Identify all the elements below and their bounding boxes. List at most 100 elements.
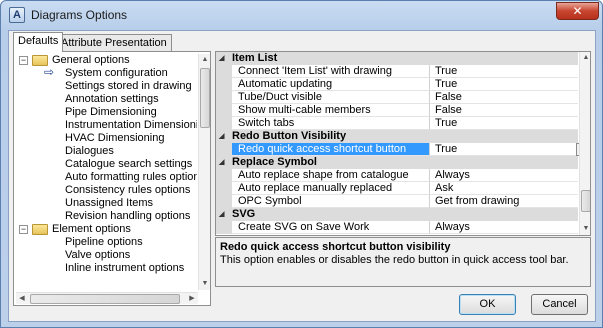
- tab-defaults[interactable]: Defaults: [13, 32, 64, 52]
- tree-item-label: General options: [52, 54, 130, 66]
- grid-property-value-text: Ask: [435, 182, 454, 194]
- tree-item-label: Consistency rules options: [65, 184, 191, 196]
- collapse-triangle-icon[interactable]: ◢: [219, 156, 224, 169]
- tree-item[interactable]: Unassigned Items: [16, 197, 197, 210]
- grid-property-row[interactable]: Automatic updating True: [216, 78, 578, 91]
- tree-item-label: Pipe Dimensioning: [65, 106, 157, 118]
- grid-property-value[interactable]: Always: [430, 169, 578, 182]
- grid-row-gutter: [216, 195, 232, 208]
- ok-button[interactable]: OK: [459, 294, 516, 315]
- grid-property-row[interactable]: Tube/Duct visible False: [216, 91, 578, 104]
- grid-property-row[interactable]: Connect 'Item List' with drawing True: [216, 65, 578, 78]
- collapse-icon[interactable]: −: [19, 56, 28, 65]
- grid-property-name[interactable]: Connect 'Item List' with drawing: [232, 65, 430, 78]
- tree-item[interactable]: Valve options: [16, 249, 197, 262]
- tree-item[interactable]: Pipeline options: [16, 236, 197, 249]
- app-icon: A: [9, 7, 25, 23]
- tab-attribute-presentation[interactable]: Attribute Presentation: [56, 34, 172, 51]
- tree-item[interactable]: Instrumentation Dimensioning: [16, 119, 197, 132]
- window-title: Diagrams Options: [31, 8, 128, 22]
- tree-vertical-scrollbar[interactable]: ▲ ▼: [198, 54, 210, 290]
- grid-property-row[interactable]: Create SVG on Save Work Always: [216, 221, 578, 234]
- tree-item-label: System configuration: [65, 67, 168, 79]
- grid-property-value[interactable]: Ask: [430, 182, 578, 195]
- tree-item[interactable]: Settings stored in drawing: [16, 80, 197, 93]
- grid-row-gutter: [216, 117, 232, 130]
- grid-property-value[interactable]: Get from drawing: [430, 195, 578, 208]
- grid-property-row[interactable]: Auto replace shape from catalogue Always: [216, 169, 578, 182]
- folder-icon: [32, 224, 48, 235]
- scroll-up-icon[interactable]: ▲: [199, 54, 211, 66]
- tree-item[interactable]: Catalogue search settings: [16, 158, 197, 171]
- scroll-thumb[interactable]: [200, 68, 210, 128]
- collapse-icon[interactable]: −: [19, 225, 28, 234]
- grid-property-value-text: True: [435, 78, 458, 90]
- grid-property-name[interactable]: Switch tabs: [232, 117, 430, 130]
- grid-property-row[interactable]: Auto replace manually replaced shapes Ask: [216, 182, 578, 207]
- tree-item-label: HVAC Dimensioning: [65, 132, 165, 144]
- tree-item[interactable]: ⇨ System configuration: [16, 66, 197, 80]
- grid-property-value[interactable]: False: [430, 91, 578, 104]
- grid-property-row[interactable]: Show multi-cable members False: [216, 104, 578, 117]
- scroll-thumb-horizontal[interactable]: [30, 294, 180, 304]
- tree-item-label: Pipeline options: [65, 236, 143, 248]
- grid-property-name[interactable]: Auto replace manually replaced shapes: [232, 182, 430, 207]
- options-tree[interactable]: − General options ⇨ System configuration Set…: [16, 54, 197, 290]
- grid-category[interactable]: ◢ SVG: [216, 208, 578, 221]
- collapse-triangle-icon[interactable]: ◢: [219, 52, 224, 65]
- grid-property-value[interactable]: True▼: [430, 143, 590, 156]
- grid-property-name[interactable]: OPC Symbol: [232, 195, 430, 208]
- grid-category[interactable]: ◢ Redo Button Visibility: [216, 130, 578, 143]
- grid-property-row[interactable]: Redo quick access shortcut button visibi…: [216, 143, 590, 168]
- grid-property-value[interactable]: Always: [430, 221, 578, 234]
- grid-category[interactable]: ◢ Item List: [216, 52, 578, 65]
- scroll-thumb[interactable]: [581, 190, 590, 212]
- scroll-down-icon[interactable]: ▼: [199, 278, 211, 290]
- tree-item-label: Instrumentation Dimensioning: [65, 119, 197, 131]
- close-button[interactable]: ✕: [556, 2, 599, 20]
- grid-property-name[interactable]: Tube/Duct visible: [232, 91, 430, 104]
- scroll-right-icon[interactable]: ▶: [186, 293, 198, 305]
- grid-row-gutter: [216, 143, 232, 156]
- grid-row-gutter: [216, 65, 232, 78]
- grid-vertical-scrollbar[interactable]: ▲ ▼: [579, 52, 590, 235]
- tree-item[interactable]: Consistency rules options: [16, 184, 197, 197]
- grid-property-name[interactable]: Create SVG on Save Work: [232, 221, 430, 234]
- grid-property-value[interactable]: False: [430, 104, 578, 117]
- grid-property-row[interactable]: Switch tabs True: [216, 117, 578, 130]
- grid-row-gutter: [216, 182, 232, 195]
- tree-item[interactable]: Dialogues: [16, 145, 197, 158]
- scroll-left-icon[interactable]: ◀: [16, 293, 28, 305]
- grid-property-value[interactable]: True: [430, 65, 578, 78]
- scroll-down-icon[interactable]: ▼: [580, 223, 590, 235]
- grid-property-name[interactable]: Show multi-cable members: [232, 104, 430, 117]
- cancel-button[interactable]: Cancel: [531, 294, 588, 315]
- collapse-triangle-icon[interactable]: ◢: [219, 130, 224, 143]
- title-bar[interactable]: A Diagrams Options ✕: [1, 1, 602, 29]
- scroll-up-icon[interactable]: ▲: [580, 52, 590, 64]
- options-tree-panel: − General options ⇨ System configuration Set…: [13, 51, 211, 306]
- tree-item[interactable]: Annotation settings: [16, 93, 197, 106]
- grid-property-value-text: True: [435, 143, 458, 155]
- grid-property-name[interactable]: Automatic updating: [232, 78, 430, 91]
- help-title: Redo quick access shortcut button visibi…: [220, 241, 451, 253]
- grid-category-label: SVG: [232, 208, 256, 220]
- tree-horizontal-scrollbar[interactable]: ◀ ▶: [16, 292, 198, 304]
- property-grid[interactable]: ◢ Item List Connect 'Item List' with drawi…: [215, 51, 591, 236]
- grid-property-row[interactable]: OPC Symbol Get from drawing: [216, 195, 578, 208]
- grid-property-name[interactable]: Auto replace shape from catalogue: [232, 169, 430, 182]
- tree-item-label: Element options: [52, 223, 131, 235]
- grid-category[interactable]: ◢ Replace Symbol: [216, 156, 578, 169]
- grid-category-label: Replace Symbol: [232, 156, 317, 168]
- collapse-triangle-icon[interactable]: ◢: [219, 208, 224, 221]
- grid-property-value[interactable]: True: [430, 117, 578, 130]
- grid-property-name[interactable]: Redo quick access shortcut button visibi…: [232, 143, 430, 168]
- tree-item[interactable]: Revision handling options: [16, 210, 197, 223]
- grid-property-value[interactable]: True: [430, 78, 578, 91]
- tree-item[interactable]: Auto formatting rules options: [16, 171, 197, 184]
- tree-item[interactable]: − Element options: [16, 223, 197, 236]
- tree-item-label: Dialogues: [65, 145, 114, 157]
- tree-item[interactable]: Pipe Dimensioning: [16, 106, 197, 119]
- tree-item[interactable]: HVAC Dimensioning: [16, 132, 197, 145]
- tree-item[interactable]: Inline instrument options: [16, 262, 197, 275]
